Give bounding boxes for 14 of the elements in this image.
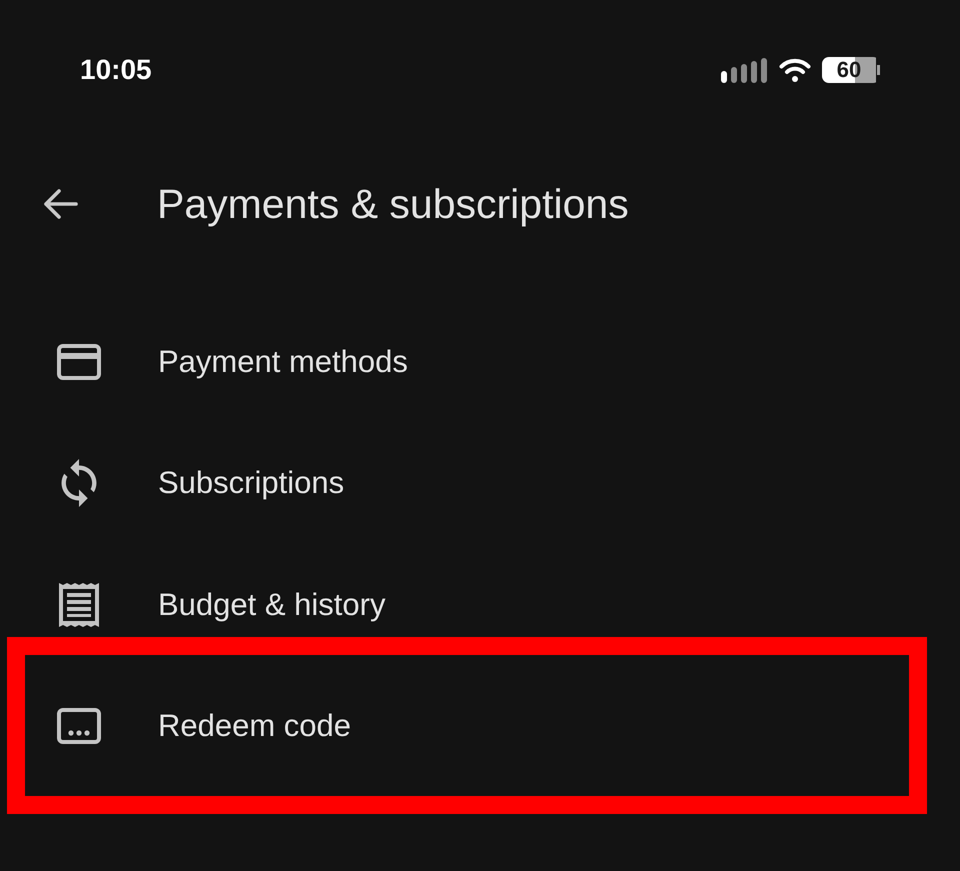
menu-item[interactable]: Subscriptions: [0, 422, 960, 544]
menu-item[interactable]: Redeem code: [0, 666, 960, 787]
code-card-icon: [57, 708, 101, 744]
battery-indicator: 60: [822, 57, 880, 83]
menu-item[interactable]: Payment methods: [0, 301, 960, 422]
card-icon: [57, 344, 101, 380]
back-arrow-icon: [42, 188, 78, 220]
wifi-icon: [779, 58, 811, 82]
sync-icon: [61, 459, 97, 508]
page-title: Payments & subscriptions: [157, 180, 629, 228]
menu-item[interactable]: Budget & history: [0, 544, 960, 666]
signal-icon: [721, 58, 768, 82]
receipt-icon: [59, 582, 99, 627]
status-time: 10:05: [80, 54, 152, 86]
